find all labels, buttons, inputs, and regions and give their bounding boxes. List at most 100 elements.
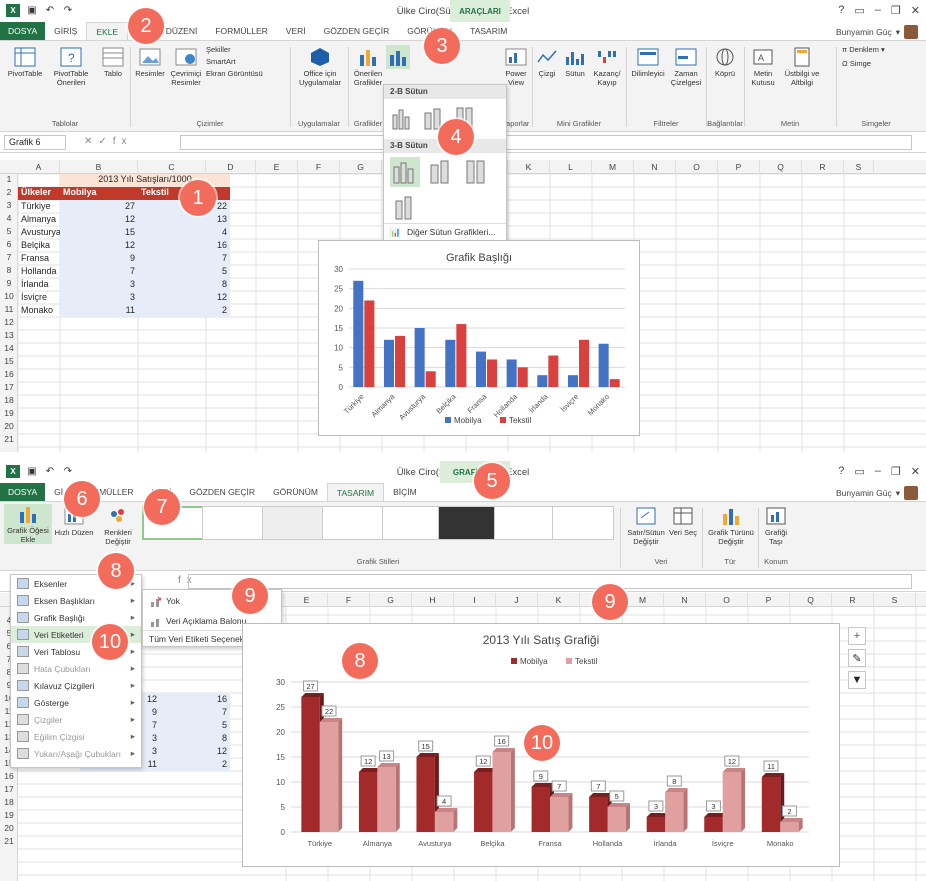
column-header[interactable]: K bbox=[538, 593, 580, 607]
column-header[interactable]: Q bbox=[760, 160, 802, 174]
column-header[interactable]: P bbox=[718, 160, 760, 174]
column-3d-icon[interactable] bbox=[390, 193, 420, 223]
table-cell[interactable]: Türkiye bbox=[18, 200, 60, 213]
header-footer-button[interactable]: Üstbilgi ve Altbilgi bbox=[782, 45, 822, 87]
table-cell[interactable]: 3 bbox=[60, 278, 138, 291]
legend-label[interactable]: Tekstil bbox=[575, 657, 597, 666]
bar-mobilya-Fransa[interactable] bbox=[531, 787, 550, 832]
stacked-column-3d-icon[interactable] bbox=[426, 157, 456, 187]
user-account[interactable]: Bunyamin Güç ▾ bbox=[836, 25, 918, 39]
bar-mobilya-Türkiye[interactable] bbox=[353, 280, 364, 387]
column-header[interactable]: D bbox=[206, 160, 256, 174]
bar-tekstil-Hollanda[interactable] bbox=[607, 807, 626, 832]
table-button[interactable]: Tablo bbox=[98, 45, 128, 78]
tab-6[interactable]: TASARIM bbox=[326, 483, 385, 501]
table-cell[interactable]: 2 bbox=[160, 758, 230, 771]
close-icon[interactable]: ✕ bbox=[911, 465, 920, 478]
tab-2[interactable]: EKLE bbox=[86, 22, 129, 40]
table-cell[interactable]: 2 bbox=[138, 304, 230, 317]
bar-tekstil-Türkiye[interactable] bbox=[319, 722, 339, 832]
bar-tekstil-Avusturya[interactable] bbox=[425, 371, 436, 387]
chart-style-2[interactable] bbox=[202, 506, 264, 540]
table-cell[interactable]: 12 bbox=[160, 745, 230, 758]
column-header[interactable]: N bbox=[664, 593, 706, 607]
minimize-icon[interactable]: – bbox=[875, 465, 881, 478]
bar-mobilya-Hollanda[interactable] bbox=[589, 797, 608, 832]
tab-0[interactable]: DOSYA bbox=[0, 483, 46, 501]
sparkline-column-button[interactable]: Sütun bbox=[562, 45, 588, 78]
bar-tekstil-İsviçre[interactable] bbox=[579, 339, 590, 387]
table-cell[interactable]: 8 bbox=[160, 732, 230, 745]
tab-4[interactable]: GÖZDEN GEÇİR bbox=[180, 483, 264, 501]
tab-8[interactable]: TASARIM bbox=[461, 22, 516, 40]
menu-item-2[interactable]: Grafik Başlığı ▸ bbox=[11, 609, 141, 626]
column-header[interactable]: E bbox=[256, 160, 298, 174]
column-header[interactable]: O bbox=[706, 593, 748, 607]
table-cell[interactable]: İrlanda bbox=[18, 278, 60, 291]
sparkline-winloss-button[interactable]: Kazanç/ Kayıp bbox=[590, 45, 624, 87]
symbol-button[interactable]: Ω Simge bbox=[842, 59, 902, 68]
column-header[interactable]: P bbox=[748, 593, 790, 607]
tab-4[interactable]: FORMÜLLER bbox=[206, 22, 276, 40]
column-header[interactable]: F bbox=[298, 160, 340, 174]
menu-item-9[interactable]: Eğilim Çizgisi ▸ bbox=[11, 728, 141, 745]
bar-mobilya-Belçika[interactable] bbox=[445, 339, 456, 387]
restore-icon[interactable]: ❐ bbox=[891, 465, 901, 478]
online-pictures-button[interactable]: Çevrimiçi Resimler bbox=[168, 45, 204, 87]
table-cell[interactable]: 7 bbox=[138, 252, 230, 265]
textbox-button[interactable]: A Metin Kutusu bbox=[746, 45, 780, 87]
column-header[interactable]: J bbox=[496, 593, 538, 607]
table-cell[interactable]: 5 bbox=[138, 265, 230, 278]
hyperlink-button[interactable]: Köprü bbox=[710, 45, 740, 78]
column-header[interactable]: L bbox=[550, 160, 592, 174]
bar-tekstil-Avusturya[interactable] bbox=[434, 812, 454, 832]
table-cell[interactable]: 3 bbox=[60, 291, 138, 304]
formula-input[interactable] bbox=[188, 574, 912, 589]
recommended-charts-button[interactable]: Önerilen Grafikler bbox=[350, 45, 386, 87]
move-chart-button[interactable]: Grafiği Taşı bbox=[760, 504, 792, 546]
column-header[interactable]: R bbox=[832, 593, 874, 607]
table-cell[interactable]: 12 bbox=[60, 239, 138, 252]
shapes-button[interactable]: Şekiller bbox=[206, 45, 266, 54]
switch-row-column-button[interactable]: Satır/Sütun Değiştir bbox=[624, 504, 668, 546]
chart-1[interactable]: Grafik Başlığı 0 5 10 15 20 25 30 Türkiye Almanya… bbox=[318, 240, 640, 436]
tab-5[interactable]: GÖRÜNÜM bbox=[264, 483, 327, 501]
tab-6[interactable]: GÖZDEN GEÇİR bbox=[315, 22, 399, 40]
restore-icon[interactable]: ❐ bbox=[891, 4, 901, 17]
column-header[interactable]: H bbox=[412, 593, 454, 607]
column-header[interactable]: I bbox=[454, 593, 496, 607]
table-cell[interactable]: 16 bbox=[138, 239, 230, 252]
table-cell[interactable]: Avusturya bbox=[18, 226, 60, 239]
column-header[interactable]: M bbox=[622, 593, 664, 607]
column-header[interactable]: O bbox=[676, 160, 718, 174]
tab-7[interactable]: BİÇİM bbox=[384, 483, 426, 501]
bar-tekstil-Belçika[interactable] bbox=[456, 324, 467, 387]
column-header[interactable]: R bbox=[802, 160, 844, 174]
chart-title[interactable]: 2013 Yılı Satış Grafiği bbox=[483, 633, 600, 647]
bar-mobilya-İrlanda[interactable] bbox=[646, 817, 666, 832]
table-cell[interactable]: 16 bbox=[160, 693, 230, 706]
bar-tekstil-Fransa[interactable] bbox=[550, 797, 569, 832]
chart-style-6[interactable] bbox=[438, 506, 500, 540]
bar-tekstil-Türkiye[interactable] bbox=[364, 300, 375, 387]
chart-style-3[interactable] bbox=[262, 506, 324, 540]
table-cell[interactable]: 27 bbox=[60, 200, 138, 213]
change-chart-type-button[interactable]: Grafik Türünü Değiştir bbox=[704, 504, 758, 546]
change-colors-button[interactable]: Renkleri Değiştir bbox=[96, 504, 140, 546]
table-cell[interactable]: 4 bbox=[138, 226, 230, 239]
bar-mobilya-Belçika[interactable] bbox=[474, 772, 493, 832]
chart-style-4[interactable] bbox=[322, 506, 384, 540]
table-cell[interactable]: 7 bbox=[60, 265, 138, 278]
column-header[interactable]: A bbox=[18, 160, 60, 174]
menu-item-1[interactable]: Eksen Başlıkları ▸ bbox=[11, 592, 141, 609]
screenshot-button[interactable]: Ekran Görüntüsü bbox=[206, 69, 286, 78]
column-chart-button[interactable] bbox=[386, 45, 410, 69]
formula-input[interactable] bbox=[180, 135, 912, 150]
chart-elements-plus-icon[interactable]: + bbox=[848, 627, 866, 645]
legend-label[interactable]: Mobilya bbox=[454, 416, 482, 425]
user-account[interactable]: Bunyamin Güç ▾ bbox=[836, 486, 918, 500]
table-cell[interactable]: 5 bbox=[160, 719, 230, 732]
column-header[interactable]: C bbox=[138, 160, 206, 174]
chart-style-5[interactable] bbox=[382, 506, 444, 540]
equation-button[interactable]: π Denklem ▾ bbox=[842, 45, 902, 54]
